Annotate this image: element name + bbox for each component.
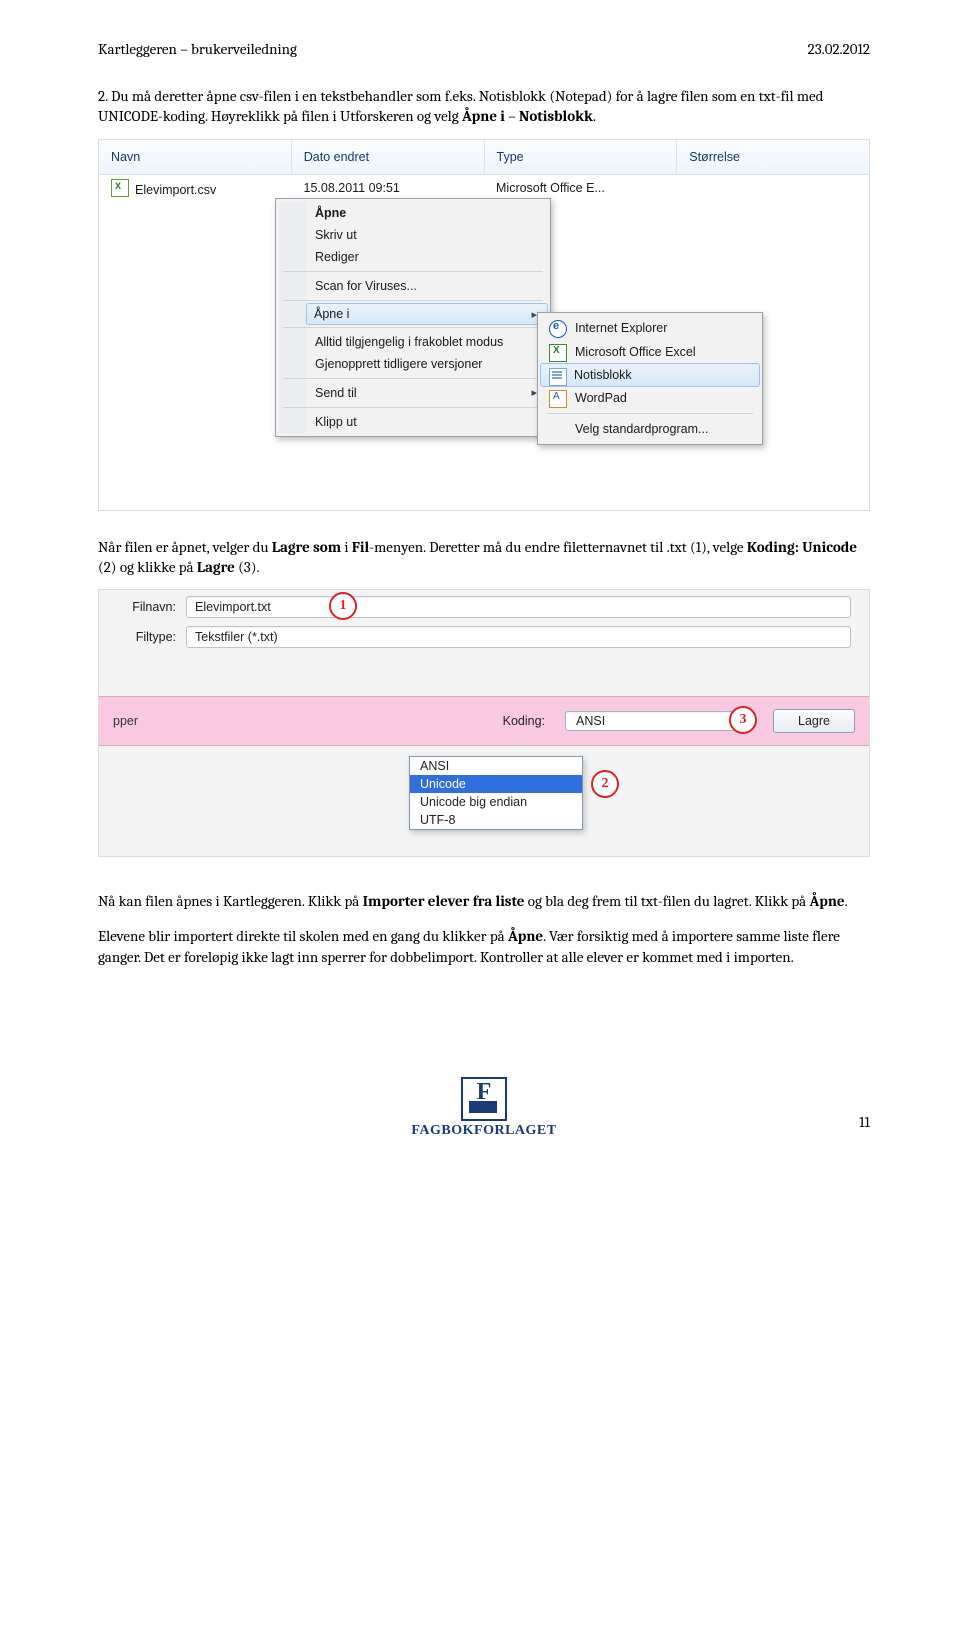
separator bbox=[283, 378, 543, 379]
save-button[interactable]: Lagre bbox=[773, 709, 855, 733]
screenshot-save-dialog: Filnavn: Elevimport.txt Filtype: Tekstfi… bbox=[98, 589, 870, 857]
open-with-submenu: Internet Explorer Microsoft Office Excel… bbox=[537, 312, 763, 445]
filetype-select[interactable]: Tekstfiler (*.txt) bbox=[186, 626, 851, 648]
opt-unicode-be[interactable]: Unicode big endian bbox=[410, 793, 582, 811]
separator bbox=[283, 327, 543, 328]
ctx-scan[interactable]: Scan for Viruses... bbox=[307, 275, 547, 297]
paragraph-3: Nå kan filen åpnes i Kartleggeren. Klikk… bbox=[98, 891, 870, 911]
truncated-label: pper bbox=[113, 714, 169, 728]
ctx-open[interactable]: Åpne bbox=[307, 202, 547, 224]
page-number: 11 bbox=[859, 1113, 870, 1131]
separator bbox=[547, 413, 753, 414]
submenu-ie[interactable]: Internet Explorer bbox=[541, 316, 759, 340]
publisher-name: FAGBOKFORLAGET bbox=[411, 1123, 556, 1139]
label-filename: Filnavn: bbox=[111, 600, 186, 614]
column-headers: Navn Dato endret Type Størrelse bbox=[99, 140, 869, 175]
excel-file-icon bbox=[111, 179, 129, 197]
ctx-restore[interactable]: Gjenopprett tidligere versjoner bbox=[307, 353, 547, 375]
opt-ansi[interactable]: ANSI bbox=[410, 757, 582, 775]
filename-input[interactable]: Elevimport.txt bbox=[186, 596, 851, 618]
callout-3: 3 bbox=[729, 706, 757, 734]
excel-icon bbox=[549, 344, 567, 362]
ctx-cut[interactable]: Klipp ut bbox=[307, 411, 547, 433]
coding-select[interactable]: ANSI ▼ bbox=[565, 711, 753, 731]
col-date[interactable]: Dato endret bbox=[292, 140, 485, 174]
doc-date: 23.02.2012 bbox=[808, 40, 870, 58]
ctx-send-to[interactable]: Send til bbox=[307, 382, 547, 404]
ctx-print[interactable]: Skriv ut bbox=[307, 224, 547, 246]
label-filetype: Filtype: bbox=[111, 630, 186, 644]
screenshot-explorer: Navn Dato endret Type Størrelse Elevimpo… bbox=[98, 139, 870, 511]
coding-dropdown-list: ANSI Unicode Unicode big endian UTF-8 bbox=[409, 756, 583, 830]
submenu-wordpad[interactable]: WordPad bbox=[541, 386, 759, 410]
footer: F FAGBOKFORLAGET 11 bbox=[98, 1077, 870, 1139]
paragraph-1: 2. Du må deretter åpne csv-filen i en te… bbox=[98, 86, 870, 127]
separator bbox=[283, 407, 543, 408]
paragraph-2: Når filen er åpnet, velger du Lagre som … bbox=[98, 537, 870, 578]
paragraph-4: Elevene blir importert direkte til skole… bbox=[98, 926, 870, 967]
ctx-open-with[interactable]: Åpne i bbox=[306, 303, 548, 325]
context-menu: Åpne Skriv ut Rediger Scan for Viruses..… bbox=[275, 198, 551, 437]
opt-unicode[interactable]: Unicode bbox=[410, 775, 582, 793]
col-name[interactable]: Navn bbox=[99, 140, 292, 174]
opt-utf8[interactable]: UTF-8 bbox=[410, 811, 582, 829]
submenu-excel[interactable]: Microsoft Office Excel bbox=[541, 340, 759, 364]
wordpad-icon bbox=[549, 390, 567, 408]
col-size[interactable]: Størrelse bbox=[677, 150, 869, 164]
separator bbox=[283, 271, 543, 272]
col-type[interactable]: Type bbox=[485, 140, 678, 174]
publisher-logo-icon: F bbox=[461, 1077, 507, 1121]
label-coding: Koding: bbox=[503, 714, 545, 728]
doc-title: Kartleggeren – brukerveiledning bbox=[98, 40, 297, 58]
ie-icon bbox=[549, 320, 567, 338]
callout-1: 1 bbox=[329, 592, 357, 620]
ctx-edit[interactable]: Rediger bbox=[307, 246, 547, 268]
separator bbox=[283, 300, 543, 301]
submenu-default-program[interactable]: Velg standardprogram... bbox=[541, 417, 759, 441]
callout-2: 2 bbox=[591, 770, 619, 798]
submenu-notepad[interactable]: Notisblokk bbox=[540, 363, 760, 387]
notepad-icon bbox=[549, 368, 567, 386]
ctx-offline[interactable]: Alltid tilgjengelig i frakoblet modus bbox=[307, 331, 547, 353]
